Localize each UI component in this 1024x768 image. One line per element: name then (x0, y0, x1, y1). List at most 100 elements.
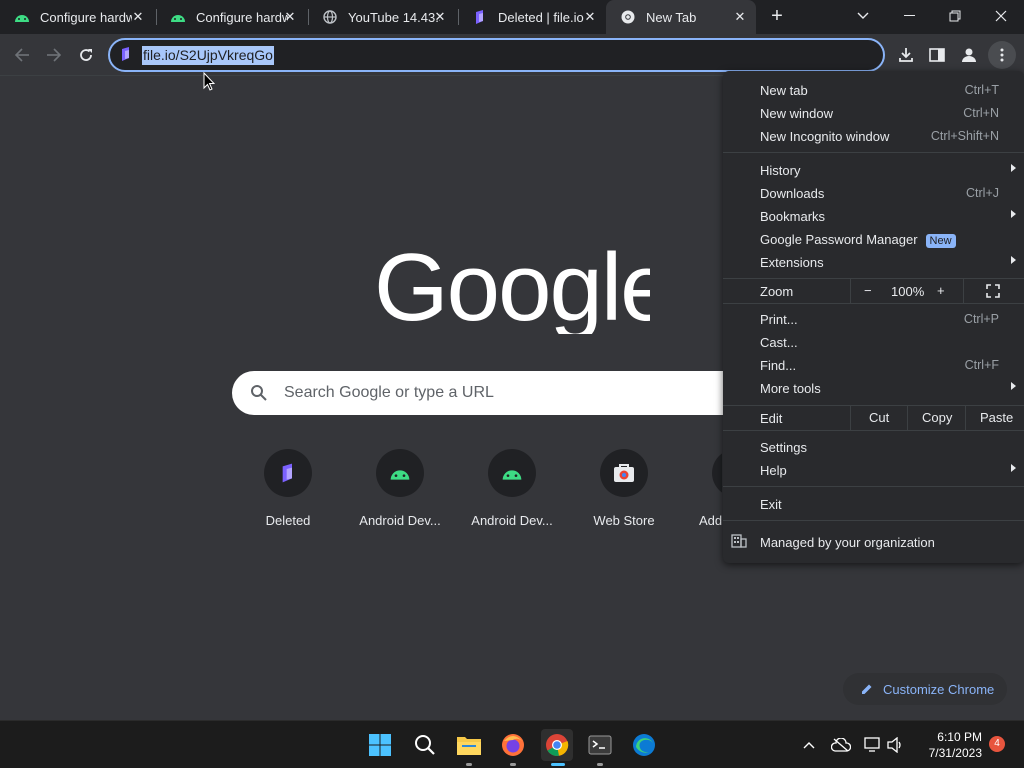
menu-label: Settings (760, 440, 807, 455)
download-icon[interactable] (892, 41, 920, 69)
tab-youtube[interactable]: YouTube 14.43.5 ✕ (308, 0, 456, 34)
windows-taskbar: 6:10 PM 7/31/2023 4 (0, 720, 1024, 768)
menu-vertical-separator (850, 279, 851, 303)
close-tab-icon[interactable]: ✕ (432, 9, 448, 25)
tab-search-chevron-icon[interactable] (840, 0, 886, 32)
menu-item-exit[interactable]: Exit (723, 493, 1024, 516)
new-tab-button[interactable]: + (758, 0, 796, 32)
profile-avatar-icon[interactable] (955, 41, 983, 69)
edge-icon[interactable] (628, 729, 660, 761)
forward-arrow-icon[interactable] (39, 40, 69, 70)
chevron-up-icon[interactable] (799, 735, 819, 755)
menu-edit-row: Edit Cut Copy Paste (723, 406, 1024, 430)
zoom-label: Zoom (760, 284, 794, 299)
side-panel-icon[interactable] (923, 41, 951, 69)
fileio-icon (472, 9, 488, 25)
firefox-icon[interactable] (497, 729, 529, 761)
menu-item-password-manager[interactable]: Google Password Manager New (723, 228, 1024, 251)
menu-item-extensions[interactable]: Extensions (723, 251, 1024, 274)
menu-item-new-incognito[interactable]: New Incognito window Ctrl+Shift+N (723, 125, 1024, 148)
menu-label: Help (760, 463, 787, 478)
pencil-icon (861, 683, 873, 695)
close-window-icon[interactable] (978, 0, 1024, 32)
address-bar-url[interactable]: file.io/S2UjpVkreqGo (142, 46, 274, 65)
kebab-menu-icon[interactable] (988, 41, 1016, 69)
zoom-level: 100% (891, 284, 925, 299)
tab-configure-hardware-2[interactable]: Configure hardw ✕ (156, 0, 306, 34)
menu-shortcut: Ctrl+F (964, 358, 999, 372)
shortcut-tile[interactable]: Web Store (568, 449, 680, 528)
menu-label: Downloads (760, 186, 825, 201)
menu-item-bookmarks[interactable]: Bookmarks (723, 205, 1024, 228)
notification-badge[interactable]: 4 (989, 736, 1005, 752)
menu-vertical-separator (963, 279, 964, 303)
menu-item-more-tools[interactable]: More tools (723, 377, 1024, 400)
file-explorer-icon[interactable] (453, 729, 485, 761)
network-icon[interactable] (863, 735, 883, 755)
cut-button[interactable]: Cut (869, 410, 889, 425)
menu-shortcut: Ctrl+Shift+N (930, 129, 999, 143)
menu-shortcut: Ctrl+N (963, 106, 999, 120)
restore-icon[interactable] (932, 0, 978, 32)
address-bar[interactable]: file.io/S2UjpVkreqGo (108, 38, 885, 72)
tab-title: Deleted | file.io (498, 9, 584, 25)
close-tab-icon[interactable]: ✕ (732, 9, 748, 25)
building-icon (731, 534, 747, 551)
minimize-icon[interactable] (886, 0, 932, 32)
menu-label: Google Password Manager New (760, 232, 956, 248)
copy-button[interactable]: Copy (922, 410, 952, 425)
system-clock[interactable]: 6:10 PM 7/31/2023 (918, 729, 982, 761)
android-icon (14, 9, 30, 25)
shortcut-tile[interactable]: Deleted (232, 449, 344, 528)
menu-item-help[interactable]: Help (723, 459, 1024, 482)
terminal-icon[interactable] (584, 729, 616, 761)
submenu-arrow-icon (1011, 210, 1016, 218)
menu-item-history[interactable]: History (723, 159, 1024, 182)
menu-item-downloads[interactable]: Downloads Ctrl+J (723, 182, 1024, 205)
submenu-arrow-icon (1011, 382, 1016, 390)
menu-item-print[interactable]: Print... Ctrl+P (723, 308, 1024, 331)
menu-item-cast[interactable]: Cast... (723, 331, 1024, 354)
ntp-search-box[interactable]: Search Google or type a URL (232, 371, 792, 415)
close-tab-icon[interactable]: ✕ (582, 9, 598, 25)
onedrive-cloud-icon[interactable] (831, 735, 851, 755)
close-tab-icon[interactable]: ✕ (130, 9, 146, 25)
menu-item-new-tab[interactable]: New tab Ctrl+T (723, 79, 1024, 102)
menu-item-settings[interactable]: Settings (723, 436, 1024, 459)
chrome-taskbar-icon[interactable] (541, 729, 573, 761)
search-icon[interactable] (409, 729, 441, 761)
tab-title: Configure hardw (196, 9, 288, 25)
menu-separator (723, 152, 1024, 153)
zoom-in-button[interactable]: + (937, 283, 945, 298)
paste-button[interactable]: Paste (980, 410, 1013, 425)
fullscreen-icon[interactable] (986, 284, 1000, 301)
fileio-icon (120, 47, 136, 63)
shortcut-label: Add (699, 513, 722, 528)
customize-chrome-button[interactable]: Customize Chrome (843, 673, 1007, 705)
android-icon (376, 449, 424, 497)
submenu-arrow-icon (1011, 164, 1016, 172)
shortcut-add-tile[interactable]: Add (680, 449, 722, 528)
submenu-arrow-icon (1011, 464, 1016, 472)
back-arrow-icon[interactable] (7, 40, 37, 70)
search-placeholder: Search Google or type a URL (284, 384, 494, 401)
volume-icon[interactable] (886, 735, 906, 755)
tab-configure-hardware-1[interactable]: Configure hardw ✕ (0, 0, 154, 34)
menu-item-find[interactable]: Find... Ctrl+F (723, 354, 1024, 377)
zoom-out-button[interactable]: − (864, 283, 872, 298)
shortcut-tile[interactable]: Android Dev... (456, 449, 568, 528)
close-tab-icon[interactable]: ✕ (282, 9, 298, 25)
clock-time: 6:10 PM (937, 730, 982, 744)
menu-separator (723, 303, 1024, 304)
windows-start-icon[interactable] (364, 729, 396, 761)
reload-icon[interactable] (71, 40, 101, 70)
menu-vertical-separator (965, 406, 966, 430)
menu-item-new-window[interactable]: New window Ctrl+N (723, 102, 1024, 125)
clock-date: 7/31/2023 (928, 746, 982, 760)
tab-fileio[interactable]: Deleted | file.io ✕ (458, 0, 606, 34)
menu-vertical-separator (850, 406, 851, 430)
svg-text:Google: Google (374, 234, 650, 334)
tab-new-tab[interactable]: New Tab ✕ (606, 0, 756, 34)
menu-item-managed[interactable]: Managed by your organization (723, 531, 1024, 554)
shortcut-tile[interactable]: Android Dev... (344, 449, 456, 528)
